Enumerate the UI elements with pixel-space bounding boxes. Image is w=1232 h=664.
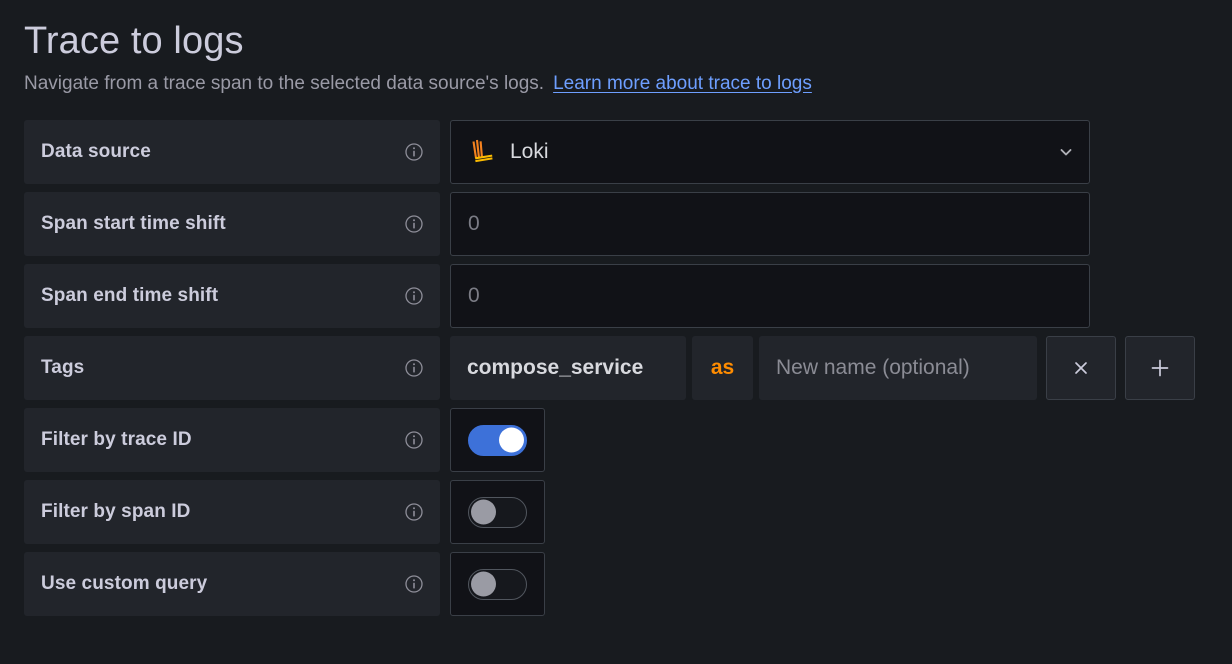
use-custom-query-toggle[interactable]: [450, 552, 545, 617]
page-description: Navigate from a trace span to the select…: [24, 72, 1208, 97]
remove-tag-button[interactable]: [1046, 336, 1116, 401]
chevron-down-icon[interactable]: [1057, 143, 1075, 161]
label-filter-by-trace-id: Filter by trace ID: [24, 408, 440, 473]
info-circle-icon[interactable]: [404, 430, 424, 450]
tag-as-separator: as: [692, 336, 753, 401]
row-label-text: Data source: [41, 141, 151, 163]
toggle-knob: [471, 499, 496, 525]
label-data-source: Data source: [24, 120, 440, 185]
row-label-text: Use custom query: [41, 573, 208, 595]
toggle-switch: [468, 424, 527, 456]
label-use-custom-query: Use custom query: [24, 552, 440, 617]
info-circle-icon[interactable]: [404, 214, 424, 234]
filter-by-trace-id-toggle[interactable]: [450, 408, 545, 473]
settings-form: Data source Loki Span start time shift 0…: [24, 120, 1208, 617]
row-label-text: Span start time shift: [41, 213, 226, 235]
control-use-custom-query: [450, 552, 545, 617]
info-circle-icon[interactable]: [404, 358, 424, 378]
row-filter-by-span-id: Filter by span ID: [24, 480, 1208, 545]
row-filter-by-trace-id: Filter by trace ID: [24, 408, 1208, 473]
info-circle-icon[interactable]: [404, 286, 424, 306]
row-use-custom-query: Use custom query: [24, 552, 1208, 617]
control-span-end-time-shift: [450, 264, 1090, 329]
row-data-source: Data source Loki: [24, 120, 1208, 185]
row-label-text: Span end time shift: [41, 285, 219, 307]
control-data-source: Loki: [450, 120, 1090, 185]
span-end-time-shift-input[interactable]: [450, 264, 1090, 329]
label-span-end-time-shift: Span end time shift: [24, 264, 440, 329]
trace-to-logs-settings-page: Trace to logs Navigate from a trace span…: [0, 0, 1232, 617]
toggle-knob: [499, 427, 524, 453]
label-tags: Tags: [24, 336, 440, 401]
row-label-text: Tags: [41, 357, 85, 379]
tag-key-input[interactable]: [450, 336, 686, 401]
filter-by-span-id-toggle[interactable]: [450, 480, 545, 545]
label-span-start-time-shift: Span start time shift: [24, 192, 440, 257]
loki-logo-icon: [468, 137, 498, 167]
toggle-knob: [471, 571, 496, 597]
learn-more-link[interactable]: Learn more about trace to logs: [553, 72, 812, 97]
page-title: Trace to logs: [24, 20, 244, 62]
row-span-start-time-shift: Span start time shift: [24, 192, 1208, 257]
control-span-start-time-shift: [450, 192, 1090, 257]
row-span-end-time-shift: Span end time shift: [24, 264, 1208, 329]
span-start-time-shift-input[interactable]: [450, 192, 1090, 257]
data-source-picker[interactable]: Loki: [450, 120, 1090, 185]
row-tags: Tags as: [24, 336, 1208, 401]
info-circle-icon[interactable]: [404, 502, 424, 522]
control-tags: as: [450, 336, 1195, 401]
row-label-text: Filter by span ID: [41, 501, 191, 523]
control-filter-by-trace-id: [450, 408, 545, 473]
plus-icon: [1149, 357, 1171, 379]
add-tag-button[interactable]: [1125, 336, 1195, 401]
page-description-text: Navigate from a trace span to the select…: [24, 72, 545, 94]
toggle-switch: [468, 496, 527, 528]
row-label-text: Filter by trace ID: [41, 429, 192, 451]
tag-new-name-input[interactable]: [759, 336, 1037, 401]
close-icon: [1071, 358, 1091, 378]
label-filter-by-span-id: Filter by span ID: [24, 480, 440, 545]
info-circle-icon[interactable]: [404, 574, 424, 594]
data-source-value: Loki: [510, 140, 549, 164]
toggle-switch: [468, 568, 527, 600]
control-filter-by-span-id: [450, 480, 545, 545]
info-circle-icon[interactable]: [404, 142, 424, 162]
